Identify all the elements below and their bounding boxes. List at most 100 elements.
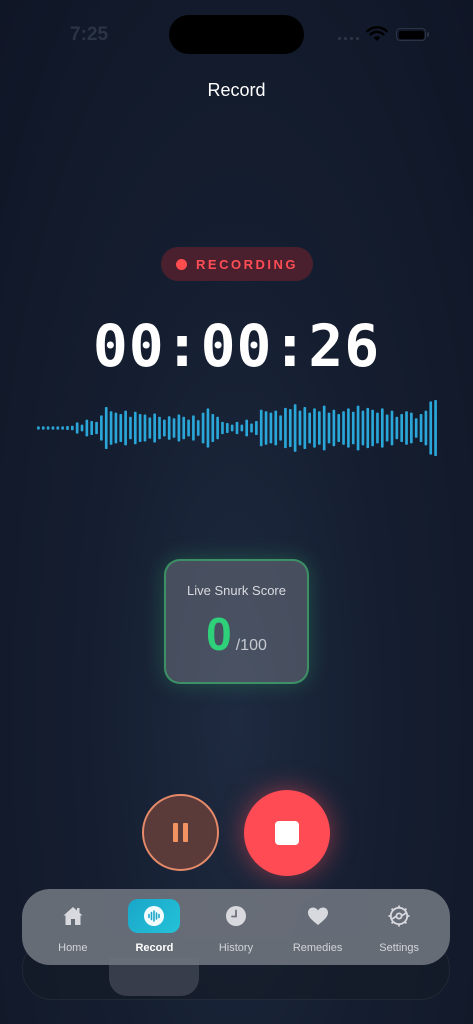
waveform-bar (192, 415, 195, 441)
waveform-bar (124, 410, 127, 446)
waveform-bar (163, 419, 166, 437)
waveform-bar (119, 414, 123, 442)
waveform-bar (114, 412, 118, 444)
waveform-bar (395, 416, 399, 440)
waveform-bar (46, 426, 50, 430)
waveform-bar (109, 411, 113, 445)
tab-record[interactable]: Record (115, 895, 193, 959)
waveform-bar (385, 414, 389, 442)
waveform-bar (158, 416, 161, 440)
score-value: 0 (206, 608, 232, 660)
tab-remedies-label: Remedies (292, 942, 343, 954)
tab-record-label: Record (135, 942, 174, 954)
waveform-bar (187, 419, 190, 437)
gear-icon (388, 905, 410, 927)
waveform-bar (104, 407, 108, 449)
tab-bar: Home Record History Remedies Settings (22, 889, 450, 965)
status-bar: 7:25 (0, 0, 473, 64)
waveform-bar (230, 424, 234, 432)
waveform-bar (95, 421, 98, 435)
waveform-bar (332, 409, 336, 447)
tab-home[interactable]: Home (34, 895, 112, 959)
tab-history-label: History (218, 942, 254, 954)
house-icon (63, 907, 83, 925)
waveform-bar (414, 418, 418, 438)
waveform-bar (182, 416, 186, 440)
clock-icon (225, 906, 246, 926)
waveform-bar (153, 413, 156, 443)
tab-remedies[interactable]: Remedies (279, 895, 357, 959)
waveform-bar (279, 415, 282, 441)
stop-button[interactable] (244, 790, 330, 876)
waveform-bar (424, 410, 428, 446)
waveform-bar (211, 414, 215, 442)
waveform-bar (351, 411, 355, 445)
waveform-bar (100, 415, 103, 441)
waveform-bar (264, 411, 268, 445)
waveform-bar (400, 414, 403, 442)
waveform-bar (429, 401, 433, 455)
pause-icon (173, 823, 178, 842)
waveform-bar (206, 408, 210, 448)
waveform-bar (274, 410, 278, 446)
recording-dot-icon (176, 258, 188, 270)
page-title: Record (207, 80, 266, 100)
waveform-bar (201, 412, 205, 444)
waveform-bar (41, 426, 45, 430)
waveform-bar (196, 420, 200, 436)
waveform-bar (327, 412, 331, 444)
waveform-bar (177, 414, 181, 442)
score-label: Live Snurk Score (187, 583, 286, 598)
waveform-bar (37, 426, 40, 430)
waveform-bar (235, 421, 239, 435)
waveform-bar (313, 408, 316, 448)
recording-badge: RECORDING (161, 247, 313, 281)
waveform-bar (259, 409, 263, 447)
pause-button[interactable] (142, 794, 219, 871)
waveform-bar (240, 424, 244, 432)
waveform-bar (66, 426, 69, 430)
waveform-bar (85, 419, 89, 437)
waveform-bar (298, 410, 302, 446)
waveform-bar (366, 407, 370, 449)
waveform-bar (167, 416, 171, 440)
waveform-bar (419, 414, 423, 442)
waveform-bar (288, 408, 292, 448)
live-score-card: Live Snurk Score 0 /100 (164, 559, 309, 684)
waveform-bar (390, 410, 394, 446)
tab-history[interactable]: History (197, 895, 275, 959)
recording-timer: 00:00:26 (92, 312, 381, 380)
waveform-bar (61, 426, 64, 430)
cellular-signal-icon (338, 37, 359, 40)
waveform-bar (250, 423, 253, 433)
dynamic-island (169, 15, 304, 54)
waveform-bar (216, 416, 219, 440)
waveform-bar (143, 414, 147, 442)
waveform-bar (322, 405, 326, 451)
audio-waveform (36, 400, 438, 456)
stop-icon (275, 821, 299, 845)
waveform-bar (255, 421, 258, 435)
waveform-bar (70, 425, 74, 431)
waveform-bar (434, 400, 437, 456)
waveform-bar (361, 410, 365, 446)
waveform-bar (376, 412, 379, 444)
waveform-bar (133, 411, 137, 445)
waveform-bar (347, 408, 350, 448)
wifi-icon (366, 26, 388, 41)
waveform-bar (138, 414, 142, 442)
waveform-bar (293, 404, 297, 452)
waveform-bar (284, 407, 287, 449)
waveform-bar (356, 405, 360, 451)
tab-settings[interactable]: Settings (360, 895, 438, 959)
waveform-bar (371, 409, 374, 447)
waveform-bar (75, 422, 79, 434)
waveform-bar (410, 412, 413, 444)
battery-icon (396, 28, 429, 41)
waveform-bar (225, 422, 229, 434)
tab-settings-label: Settings (379, 942, 420, 954)
waveform-bar (51, 426, 55, 430)
waveform-bar (380, 408, 384, 448)
waveform-bar (308, 412, 311, 444)
waveform-bar (245, 419, 249, 437)
